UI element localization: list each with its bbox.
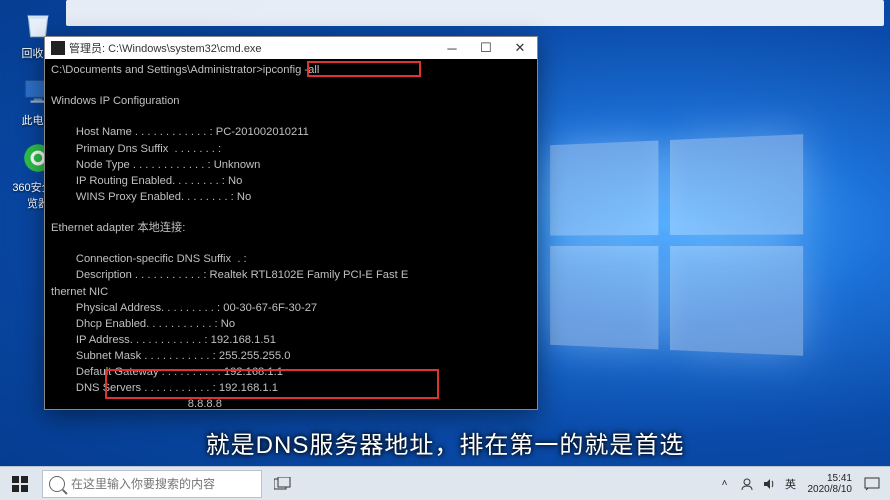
tray-people-icon[interactable]	[736, 467, 758, 500]
tray-time: 15:41	[808, 473, 853, 484]
cmd-icon	[51, 41, 65, 55]
tray-date: 2020/8/10	[808, 484, 853, 495]
taskbar: ˄ 英 15:41 2020/8/10	[0, 466, 890, 500]
start-button[interactable]	[0, 467, 40, 500]
wallpaper-windows-logo	[550, 134, 803, 356]
cmd-titlebar[interactable]: 管理员: C:\Windows\system32\cmd.exe ─ ☐ ✕	[45, 37, 537, 59]
cmd-window[interactable]: 管理员: C:\Windows\system32\cmd.exe ─ ☐ ✕ C…	[44, 36, 538, 410]
search-icon	[49, 476, 65, 492]
action-center-button[interactable]	[858, 477, 886, 491]
minimize-button[interactable]: ─	[435, 37, 469, 59]
tray-volume-icon[interactable]	[758, 467, 780, 500]
cmd-title: 管理员: C:\Windows\system32\cmd.exe	[69, 40, 435, 56]
taskbar-search[interactable]	[42, 470, 262, 498]
cmd-output[interactable]: C:\Documents and Settings\Administrator>…	[45, 59, 537, 409]
tray-chevron-up-icon[interactable]: ˄	[714, 467, 736, 500]
desktop: 回收站 此电脑 360安全浏览器 管理员: C:\Windows\system3…	[0, 0, 890, 500]
search-input[interactable]	[71, 477, 255, 491]
browser-band	[66, 0, 884, 26]
tray-ime-indicator[interactable]: 英	[780, 467, 802, 500]
video-subtitle: 就是DNS服务器地址，排在第一的就是首选	[0, 425, 890, 460]
task-view-button[interactable]	[262, 467, 304, 500]
highlight-ipconfig-command	[307, 61, 421, 77]
close-button[interactable]: ✕	[503, 37, 537, 59]
system-tray: ˄ 英 15:41 2020/8/10	[714, 467, 890, 500]
tray-clock[interactable]: 15:41 2020/8/10	[802, 473, 859, 495]
maximize-button[interactable]: ☐	[469, 37, 503, 59]
